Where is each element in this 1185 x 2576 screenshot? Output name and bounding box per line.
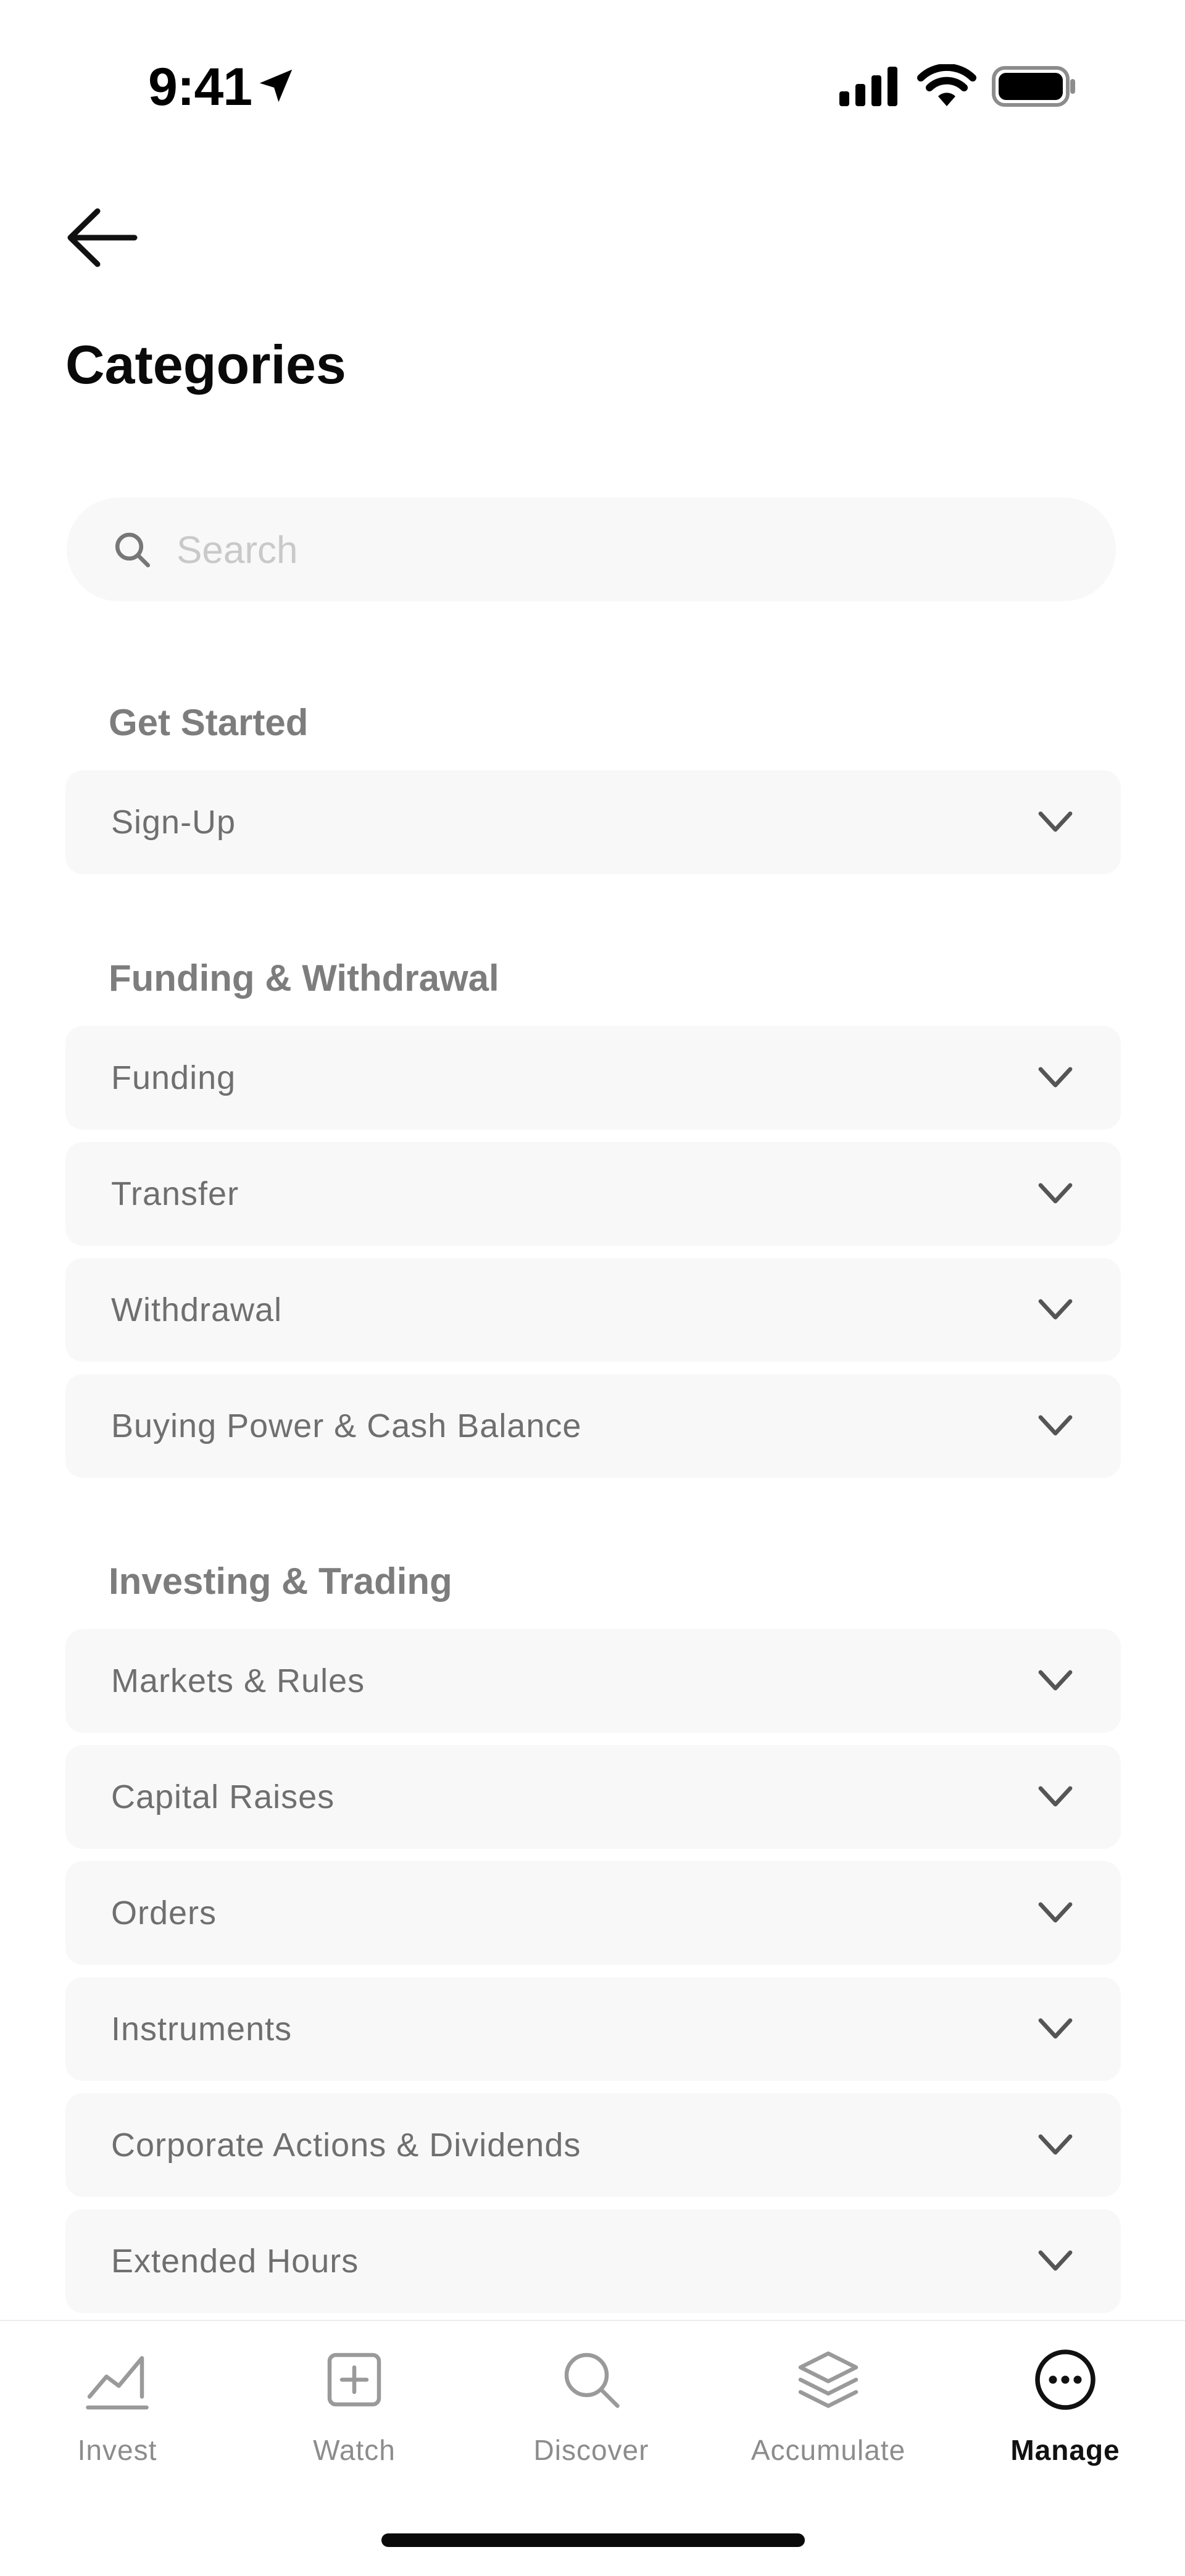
chevron-down-icon xyxy=(1038,2250,1073,2271)
nav-item-watch[interactable]: Watch xyxy=(237,2346,472,2494)
section-title-investing-trading: Investing & Trading xyxy=(109,1561,452,1602)
category-row-markets-rules[interactable]: Markets & Rules xyxy=(65,1629,1121,1733)
search-icon xyxy=(564,2353,620,2408)
category-label: Funding xyxy=(111,1059,236,1096)
back-button[interactable] xyxy=(67,204,141,272)
category-label: Buying Power & Cash Balance xyxy=(111,1407,582,1444)
chevron-down-icon xyxy=(1038,1183,1073,1204)
category-row-extended-hours[interactable]: Extended Hours xyxy=(65,2209,1121,2313)
category-row-transfer[interactable]: Transfer xyxy=(65,1142,1121,1246)
chevron-down-icon xyxy=(1038,1067,1073,1088)
cellular-signal-icon xyxy=(839,67,897,106)
plus-square-icon xyxy=(327,2353,381,2407)
category-row-buying-power[interactable]: Buying Power & Cash Balance xyxy=(65,1374,1121,1478)
home-indicator xyxy=(381,2533,805,2547)
category-row-capital-raises[interactable]: Capital Raises xyxy=(65,1745,1121,1849)
category-row-withdrawal[interactable]: Withdrawal xyxy=(65,1258,1121,1362)
search-icon xyxy=(115,532,151,568)
category-row-corporate-actions[interactable]: Corporate Actions & Dividends xyxy=(65,2093,1121,2197)
section-title-get-started: Get Started xyxy=(109,702,309,743)
nav-item-invest[interactable]: Invest xyxy=(0,2346,235,2494)
battery-icon xyxy=(992,66,1075,107)
category-label: Capital Raises xyxy=(111,1778,335,1815)
bottom-nav: Invest Watch Discover Accumulate Manage xyxy=(0,2320,1185,2576)
category-label: Corporate Actions & Dividends xyxy=(111,2127,581,2164)
category-row-sign-up[interactable]: Sign-Up xyxy=(65,770,1121,874)
category-label: Sign-Up xyxy=(111,804,236,841)
category-row-orders[interactable]: Orders xyxy=(65,1861,1121,1965)
category-label: Instruments xyxy=(111,2011,293,2048)
chevron-down-icon xyxy=(1038,1299,1073,1320)
chevron-down-icon xyxy=(1038,1902,1073,1923)
page-title: Categories xyxy=(65,334,346,395)
category-label: Markets & Rules xyxy=(111,1662,365,1699)
nav-label: Invest xyxy=(77,2434,157,2466)
location-arrow-icon xyxy=(259,69,293,102)
nav-label: Watch xyxy=(313,2434,396,2466)
category-row-instruments[interactable]: Instruments xyxy=(65,1977,1121,2081)
category-label: Transfer xyxy=(111,1175,239,1212)
chart-line-icon xyxy=(86,2356,149,2410)
chevron-down-icon xyxy=(1038,1786,1073,1807)
chevron-down-icon xyxy=(1038,2018,1073,2039)
nav-label: Discover xyxy=(533,2434,649,2466)
status-bar: 9:41 xyxy=(0,0,1185,148)
status-time: 9:41 xyxy=(148,57,252,117)
search-input[interactable] xyxy=(175,519,1079,581)
nav-item-accumulate[interactable]: Accumulate xyxy=(711,2346,946,2494)
chevron-down-icon xyxy=(1038,1670,1073,1691)
nav-label: Accumulate xyxy=(750,2434,906,2466)
more-circle-icon xyxy=(1035,2349,1096,2410)
category-label: Extended Hours xyxy=(111,2243,359,2280)
category-row-funding[interactable]: Funding xyxy=(65,1026,1121,1130)
chevron-down-icon xyxy=(1038,1415,1073,1436)
chevron-down-icon xyxy=(1038,811,1073,832)
nav-label: Manage xyxy=(1010,2434,1120,2466)
nav-item-manage[interactable]: Manage xyxy=(948,2346,1183,2494)
chevron-down-icon xyxy=(1038,2134,1073,2155)
category-label: Orders xyxy=(111,1894,217,1932)
category-label: Withdrawal xyxy=(111,1291,283,1328)
wifi-icon xyxy=(917,64,976,106)
nav-item-discover[interactable]: Discover xyxy=(474,2346,709,2494)
arrow-left-icon xyxy=(67,208,138,267)
section-title-funding-withdrawal: Funding & Withdrawal xyxy=(109,957,499,999)
layers-icon xyxy=(798,2351,859,2408)
search-bar[interactable] xyxy=(67,498,1116,601)
